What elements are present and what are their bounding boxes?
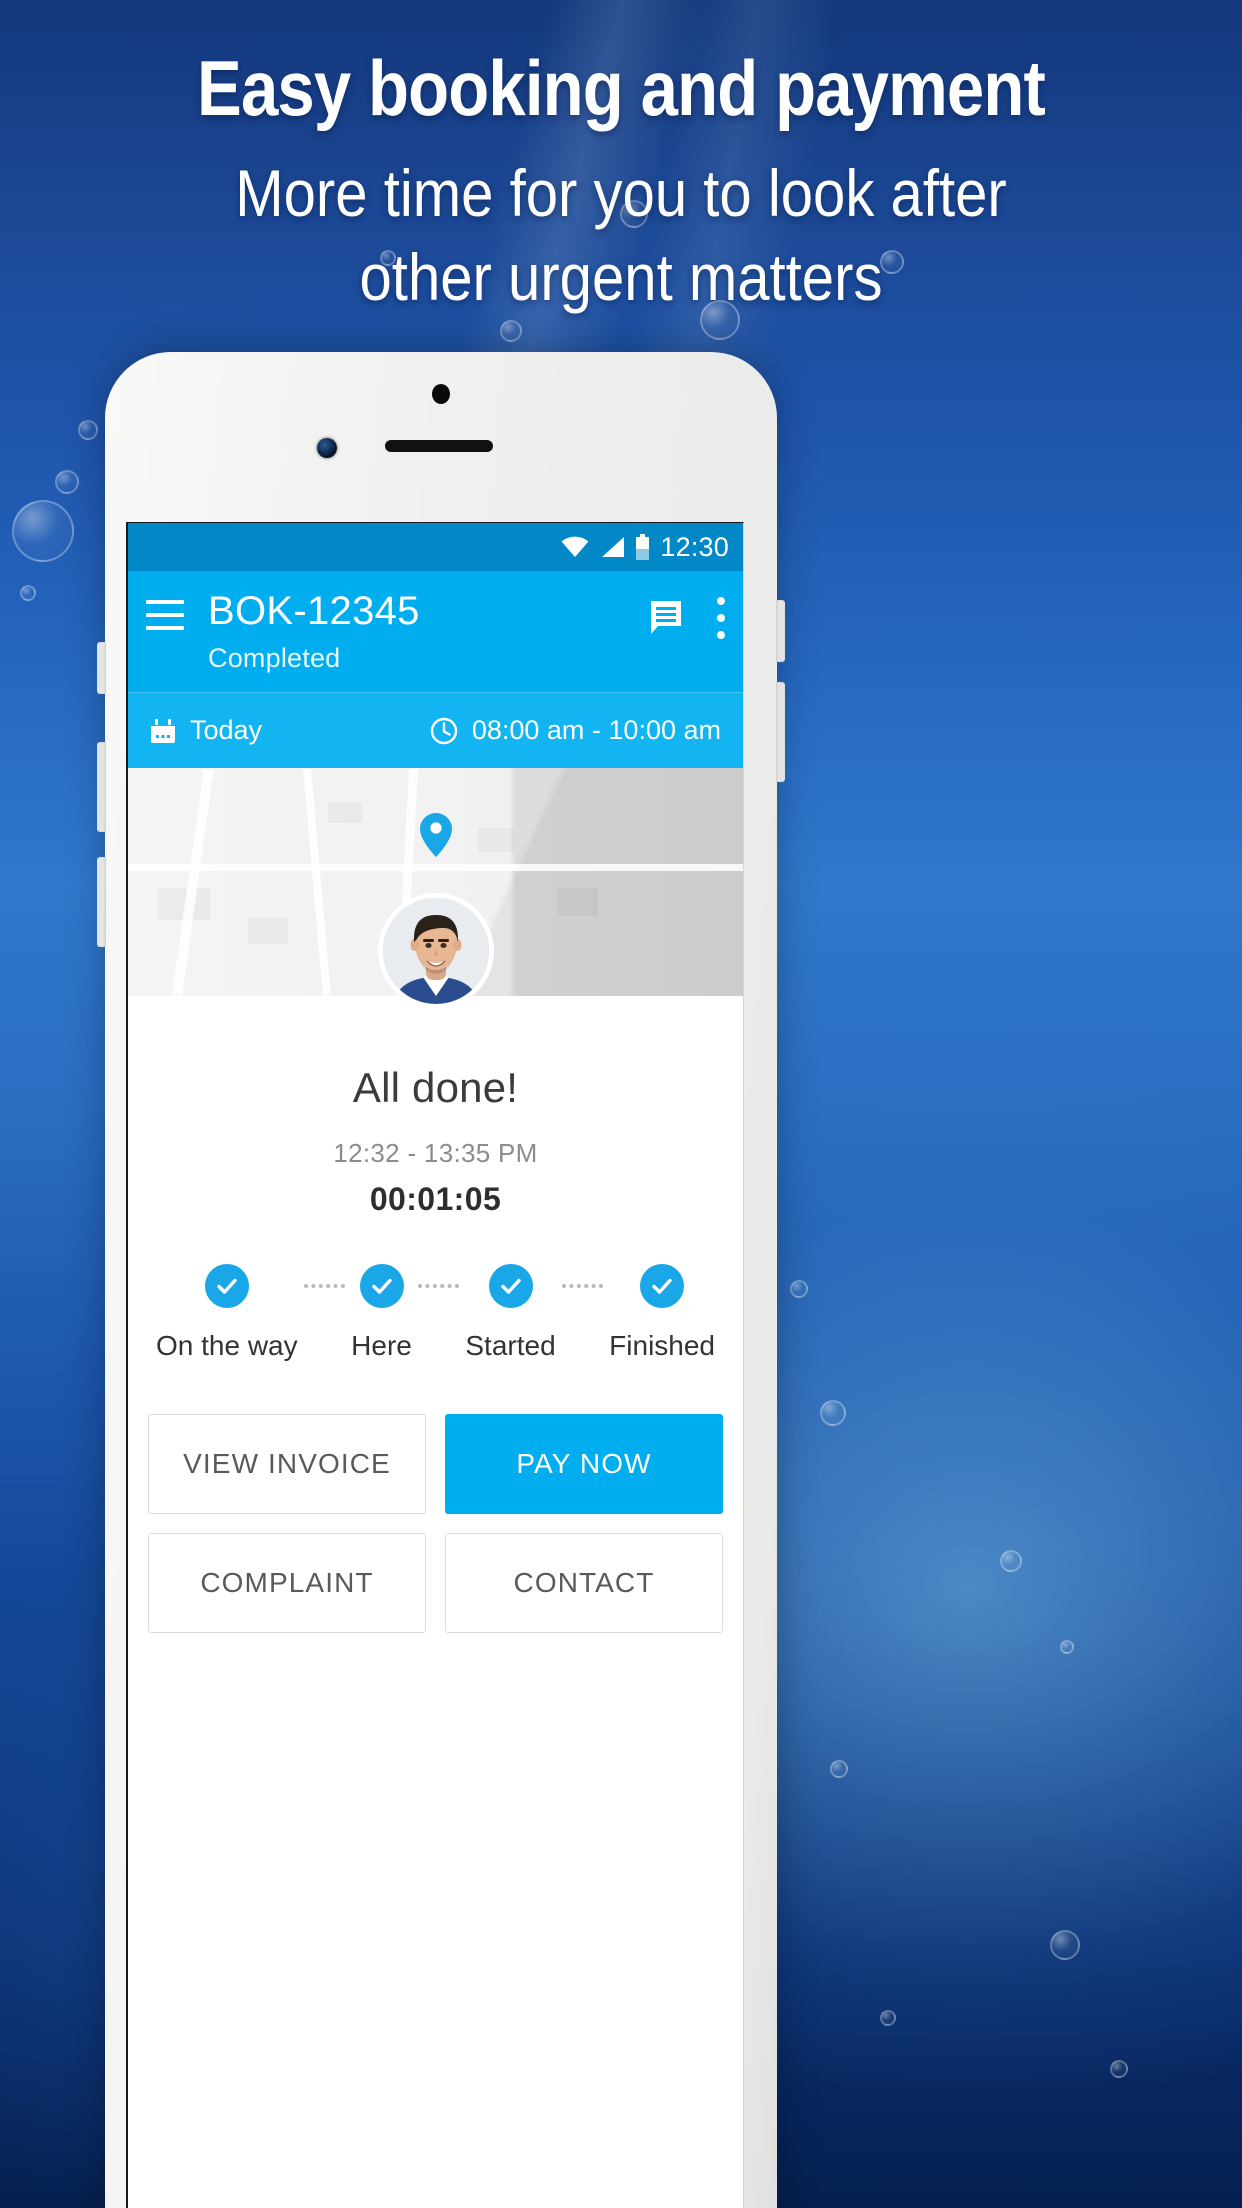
step-connector <box>412 1264 466 1308</box>
step-finished[interactable]: Finished <box>609 1264 715 1362</box>
hamburger-menu-icon[interactable] <box>146 587 184 630</box>
map-road <box>303 768 331 996</box>
map-block <box>248 918 288 944</box>
chat-message-icon[interactable] <box>649 600 687 636</box>
step-label: Here <box>351 1330 412 1361</box>
phone-earpiece-speaker <box>385 440 493 452</box>
bubble-decoration <box>78 420 98 440</box>
view-invoice-button[interactable]: VIEW INVOICE <box>148 1414 426 1514</box>
promo-subheadline-line1: More time for you to look after <box>235 155 1007 230</box>
overflow-dot <box>717 631 725 639</box>
schedule-date-group: Today <box>150 715 262 746</box>
wifi-icon <box>561 536 589 557</box>
technician-avatar[interactable] <box>377 893 494 1009</box>
hamburger-line <box>146 626 184 630</box>
phone-sensor-dot <box>432 384 450 404</box>
job-duration: 00:01:05 <box>369 1181 502 1217</box>
step-here[interactable]: Here <box>351 1264 412 1362</box>
promo-headline: Easy booking and payment <box>197 44 1046 132</box>
phone-screen: 12:30 BOK-12345 Completed Today 08:00 am… <box>126 522 744 2208</box>
bubble-decoration <box>790 1280 808 1298</box>
check-icon <box>652 1278 672 1294</box>
phone-mute-switch <box>97 642 106 694</box>
phone-front-camera <box>317 438 337 458</box>
step-label: Started <box>465 1330 556 1361</box>
phone-sim-tray <box>776 682 785 782</box>
map-road <box>128 864 743 871</box>
bubble-decoration <box>1060 1640 1074 1654</box>
booking-reference: BOK-12345 <box>208 589 420 633</box>
promo-subheadline: More time for you to look after other ur… <box>75 152 1168 320</box>
pay-now-button[interactable]: PAY NOW <box>445 1414 723 1514</box>
map-pin-icon <box>419 813 452 857</box>
app-bar-actions <box>649 587 725 639</box>
step-status-dot <box>204 1264 249 1308</box>
bubble-decoration <box>1000 1550 1022 1572</box>
check-icon <box>217 1278 237 1294</box>
bubble-decoration <box>1110 2060 1128 2078</box>
schedule-bar: Today 08:00 am - 10:00 am <box>128 692 743 768</box>
map-block <box>328 803 362 823</box>
check-icon <box>371 1278 392 1294</box>
signal-icon <box>602 537 625 557</box>
promo-subheadline-line2: other urgent matters <box>359 239 883 314</box>
bubble-decoration <box>1050 1930 1080 1960</box>
app-bar: BOK-12345 Completed <box>128 571 743 692</box>
job-time-range: 12:32 - 13:35 PM <box>333 1138 538 1168</box>
phone-mockup: 12:30 BOK-12345 Completed Today 08:00 am… <box>97 352 785 2208</box>
bubble-decoration <box>500 320 522 342</box>
job-action-buttons: VIEW INVOICE PAY NOW COMPLAINT CONTACT <box>128 1414 743 1633</box>
overflow-dot <box>717 614 725 622</box>
step-connector <box>298 1264 352 1308</box>
status-bar-clock: 12:30 <box>660 531 729 562</box>
overflow-menu-icon[interactable] <box>717 597 725 639</box>
bubble-decoration <box>820 1400 846 1426</box>
map-block <box>558 888 598 916</box>
battery-icon <box>636 534 650 560</box>
step-on-the-way[interactable]: On the way <box>156 1264 298 1362</box>
step-status-dot <box>640 1264 685 1308</box>
schedule-time-group: 08:00 am - 10:00 am <box>430 715 721 746</box>
bubble-decoration <box>830 1760 848 1778</box>
bubble-decoration <box>880 2010 896 2026</box>
schedule-time-window: 08:00 am - 10:00 am <box>471 715 721 745</box>
phone-volume-down-button <box>97 857 106 947</box>
step-label: On the way <box>156 1330 298 1361</box>
hamburger-line <box>146 613 184 617</box>
app-bar-title-block: BOK-12345 Completed <box>208 587 649 674</box>
booking-status: Completed <box>208 643 341 673</box>
map-road <box>172 768 214 996</box>
step-status-dot <box>488 1264 533 1308</box>
phone-volume-up-button <box>97 742 106 832</box>
clock-icon <box>430 717 458 744</box>
promo-headline-block: Easy booking and payment More time for y… <box>0 44 1242 320</box>
job-progress-stepper: On the way Here Started Finished <box>128 1264 743 1362</box>
step-connector <box>556 1264 610 1308</box>
step-label: Finished <box>609 1330 716 1361</box>
job-summary: All done! 12:32 - 13:35 PM 00:01:05 On t… <box>128 996 743 1633</box>
contact-button[interactable]: CONTACT <box>445 1533 723 1633</box>
job-status-title: All done! <box>352 1064 519 1111</box>
map-block <box>478 828 514 852</box>
hamburger-line <box>146 600 184 604</box>
technician-avatar-image <box>382 898 489 1004</box>
overflow-dot <box>717 597 725 605</box>
calendar-icon <box>151 718 175 743</box>
bubble-decoration <box>55 470 79 494</box>
bubble-decoration <box>20 585 36 601</box>
step-started[interactable]: Started <box>465 1264 556 1362</box>
schedule-day-label: Today <box>190 715 263 745</box>
complaint-button[interactable]: COMPLAINT <box>148 1533 426 1633</box>
check-icon <box>500 1278 521 1294</box>
status-bar: 12:30 <box>128 523 743 571</box>
phone-power-button <box>776 600 785 662</box>
step-status-dot <box>359 1264 404 1308</box>
bubble-decoration <box>12 500 74 562</box>
